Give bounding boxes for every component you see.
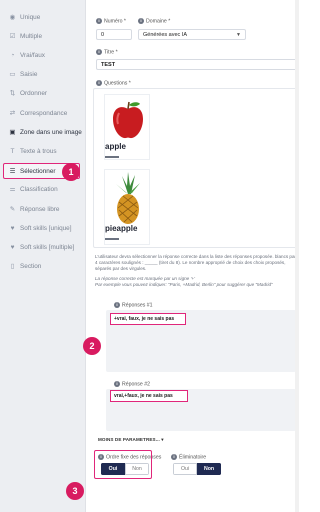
heart-icon: ♥ bbox=[10, 224, 15, 232]
titre-field[interactable]: TEST bbox=[96, 59, 299, 70]
question-type-sidebar: ◉ Unique ☑ Multiple ◔ Vrai/faux ▭ Saisie ⇅ Or… bbox=[0, 0, 86, 512]
sidebar-item-label: Unique bbox=[20, 13, 41, 21]
sidebar-item-soft-skills-multiple[interactable]: ♥ Soft skills [multiple] bbox=[0, 237, 86, 257]
text-icon: T bbox=[10, 147, 15, 155]
sort-icon: ⇅ bbox=[9, 90, 16, 97]
sidebar-item-soft-skills-unique[interactable]: ♥ Soft skills [unique] bbox=[0, 218, 86, 238]
sidebar-item-texte-trous[interactable]: T Texte à trous bbox=[0, 141, 86, 161]
numero-label: i Numéro * bbox=[96, 18, 126, 24]
list-icon: ☰ bbox=[9, 168, 16, 175]
free-answer-icon: ✎ bbox=[9, 206, 16, 213]
classification-icon: ⚌ bbox=[9, 186, 16, 193]
sidebar-item-reponse-libre[interactable]: ✎ Réponse libre bbox=[0, 199, 86, 219]
step-badge-3: 3 bbox=[66, 482, 84, 500]
sidebar-item-label: Correspondance bbox=[20, 109, 68, 117]
help-text: L'utilisateur devra sélectionner la répo… bbox=[95, 254, 297, 271]
heart-icon: ♥ bbox=[10, 243, 15, 251]
chevron-down-icon: ▼ bbox=[236, 31, 241, 38]
scrollbar[interactable] bbox=[295, 0, 299, 512]
step-badge-1: 1 bbox=[62, 163, 80, 181]
image-icon: ▣ bbox=[9, 129, 16, 136]
sidebar-item-label: Vrai/faux bbox=[20, 51, 45, 59]
sidebar-item-multiple[interactable]: ☑ Multiple bbox=[0, 26, 86, 46]
sidebar-item-unique[interactable]: ◉ Unique bbox=[0, 7, 86, 27]
reponse1-input[interactable]: +vrai, faux, je ne sais pas bbox=[110, 313, 186, 325]
sidebar-item-label: Saisie bbox=[20, 70, 38, 78]
sidebar-item-label: Texte à trous bbox=[20, 147, 57, 155]
reponse2-label: i Réponse #2 bbox=[114, 381, 150, 387]
link-icon: ⇄ bbox=[9, 110, 16, 117]
sidebar-item-classification[interactable]: ⚌ Classification bbox=[0, 179, 86, 199]
checkbox-icon: ☑ bbox=[9, 33, 16, 40]
sidebar-item-label: Soft skills [multiple] bbox=[20, 243, 75, 251]
numero-field[interactable]: 0 bbox=[96, 29, 132, 40]
question-card-pineapple[interactable]: pieapple bbox=[104, 169, 150, 245]
sidebar-item-label: Sélectionner bbox=[20, 167, 56, 175]
domaine-label: i Domaine * bbox=[138, 18, 170, 24]
card-label: apple bbox=[105, 142, 126, 151]
apple-image bbox=[113, 101, 143, 139]
eliminatoire-toggle: Oui Non bbox=[173, 463, 221, 475]
card-label: pieapple bbox=[105, 224, 138, 233]
sidebar-item-label: Zone dans une image bbox=[20, 128, 82, 136]
sidebar-item-label: Multiple bbox=[20, 32, 43, 40]
questions-editor[interactable]: apple pieapple bbox=[93, 88, 297, 248]
sidebar-item-ordonner[interactable]: ⇅ Ordonner bbox=[0, 83, 86, 103]
pineapple-image bbox=[116, 172, 140, 224]
card-underline bbox=[105, 156, 119, 158]
check-circle-icon: ◔ bbox=[10, 51, 15, 59]
eliminatoire-label: i Éliminatoire bbox=[171, 454, 206, 460]
sidebar-item-label: Ordonner bbox=[20, 89, 47, 97]
radio-icon: ◉ bbox=[9, 14, 16, 21]
sidebar-item-label: Section bbox=[20, 262, 42, 270]
titre-label: i Titre * bbox=[96, 49, 118, 55]
domaine-select[interactable]: Générées avec IA ▼ bbox=[138, 29, 246, 40]
eliminatoire-oui-button[interactable]: Oui bbox=[173, 463, 197, 475]
sidebar-item-label: Réponse libre bbox=[20, 205, 60, 213]
sidebar-item-zone-image[interactable]: ▣ Zone dans une image bbox=[0, 122, 86, 142]
help-text-example: Par exemple vous pouvez indiquer: "Paris… bbox=[95, 282, 273, 287]
less-parameters-button[interactable]: MOINS DE PARAMETRES... ▾ bbox=[98, 437, 164, 443]
chevron-down-icon: ▾ bbox=[161, 437, 164, 442]
sidebar-item-vrai-faux[interactable]: ◔ Vrai/faux bbox=[0, 45, 86, 65]
sidebar-item-correspondance[interactable]: ⇄ Correspondance bbox=[0, 103, 86, 123]
sidebar-item-label: Classification bbox=[20, 185, 58, 193]
section-icon: ▯ bbox=[10, 263, 15, 270]
text-input-icon: ▭ bbox=[9, 71, 16, 78]
ordre-fixe-highlight bbox=[94, 450, 152, 479]
domaine-value: Générées avec IA bbox=[143, 31, 188, 38]
reponse1-label: i Réponses #1 bbox=[114, 302, 153, 308]
questions-label: i Questions * bbox=[96, 80, 131, 86]
card-underline bbox=[105, 238, 119, 240]
question-card-apple[interactable]: apple bbox=[104, 94, 150, 160]
question-editor: i Numéro * 0 i Domaine * Générées avec IA ▼… bbox=[86, 0, 299, 512]
sidebar-item-section[interactable]: ▯ Section bbox=[0, 256, 86, 276]
reponse2-input[interactable]: vrai,+faux, je ne sais pas bbox=[110, 390, 188, 402]
eliminatoire-non-button[interactable]: Non bbox=[197, 463, 221, 475]
sidebar-item-saisie[interactable]: ▭ Saisie bbox=[0, 64, 86, 84]
sidebar-item-label: Soft skills [unique] bbox=[20, 224, 72, 232]
